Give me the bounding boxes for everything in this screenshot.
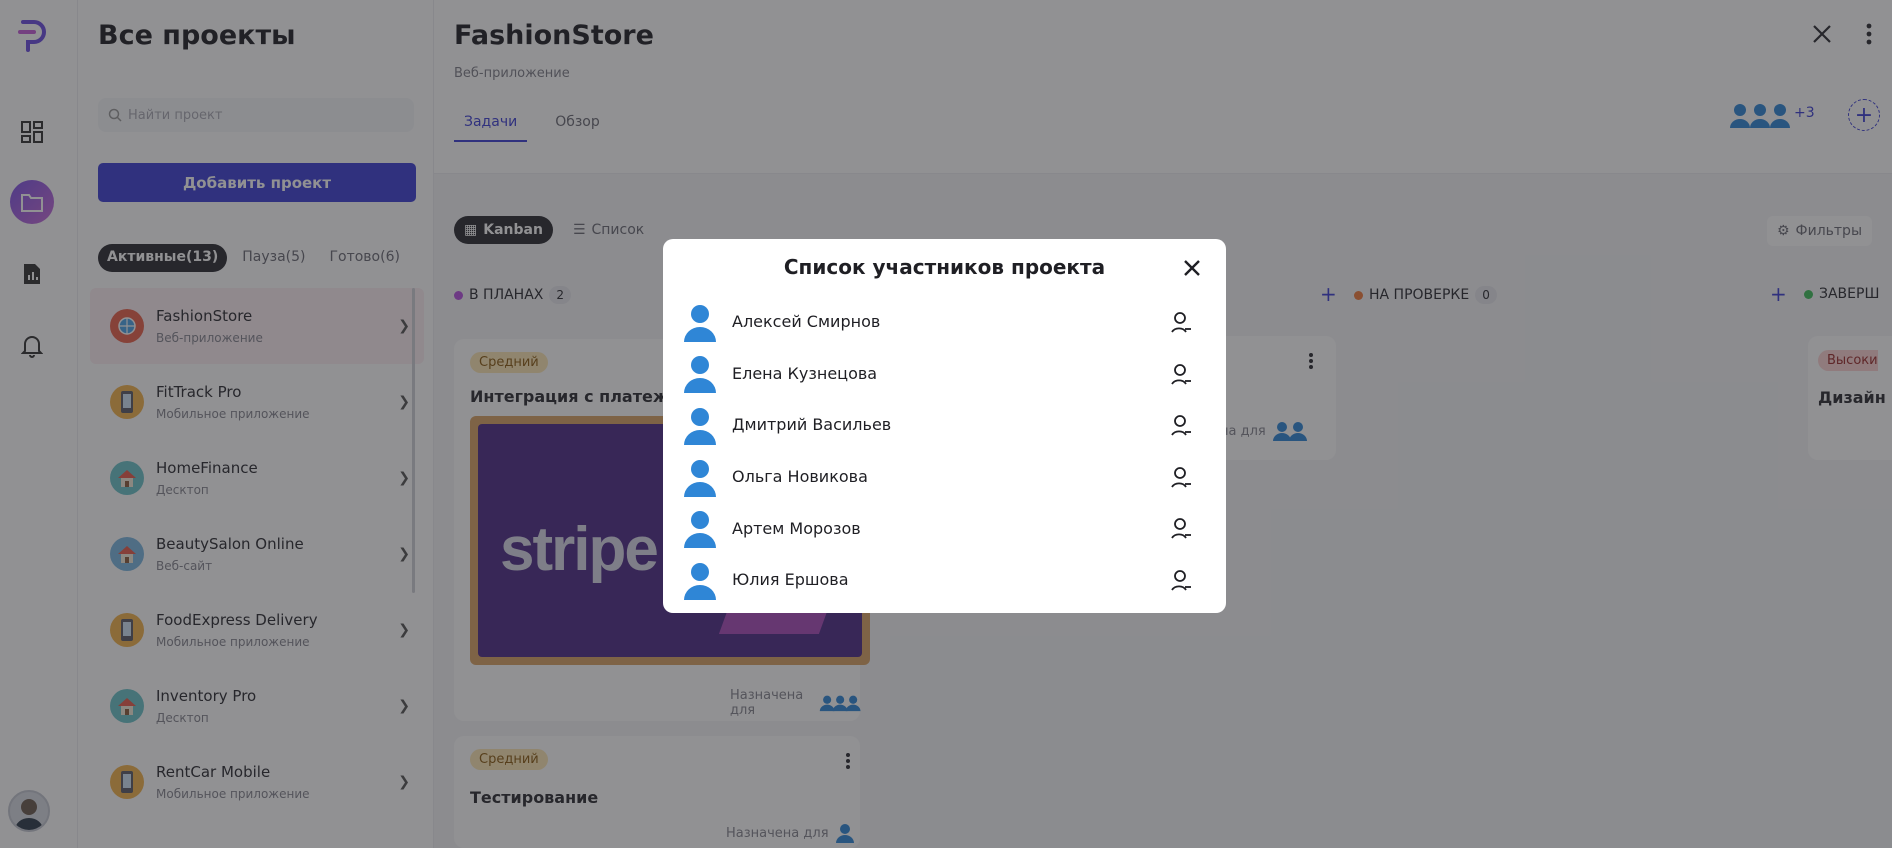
member-avatar [684, 356, 716, 394]
member-avatar [684, 304, 716, 342]
remove-user-icon[interactable] [1170, 568, 1192, 592]
remove-user-icon[interactable] [1170, 516, 1192, 540]
member-avatar [684, 511, 716, 549]
member-avatar [684, 459, 716, 497]
remove-user-icon[interactable] [1170, 362, 1192, 386]
modal-title: Список участников проекта [783, 255, 1106, 279]
member-name: Ольга Новикова [732, 467, 868, 487]
close-icon[interactable] [1180, 256, 1204, 280]
member-name: Юлия Ершова [732, 570, 849, 590]
member-row: Алексей Смирнов [683, 296, 1206, 348]
member-row: Елена Кузнецова [683, 348, 1206, 400]
member-name: Артем Морозов [732, 518, 861, 538]
member-name: Дмитрий Васильев [732, 415, 892, 435]
remove-user-icon[interactable] [1170, 465, 1192, 489]
member-row: Дмитрий Васильев [683, 399, 1206, 451]
project-members-modal: Список участников проекта Алексей Смирно… [663, 239, 1226, 613]
remove-user-icon[interactable] [1170, 413, 1192, 437]
member-name: Елена Кузнецова [732, 363, 878, 383]
member-row: Ольга Новикова [683, 451, 1206, 503]
remove-user-icon[interactable] [1170, 310, 1192, 334]
members-list: Алексей Смирнов Елена Кузнецова Дмитрий … [683, 296, 1206, 606]
member-avatar [684, 407, 716, 445]
member-avatar [684, 562, 716, 600]
member-name: Алексей Смирнов [732, 312, 881, 332]
member-row: Артем Морозов [683, 502, 1206, 554]
member-row: Юлия Ершова [683, 554, 1206, 606]
